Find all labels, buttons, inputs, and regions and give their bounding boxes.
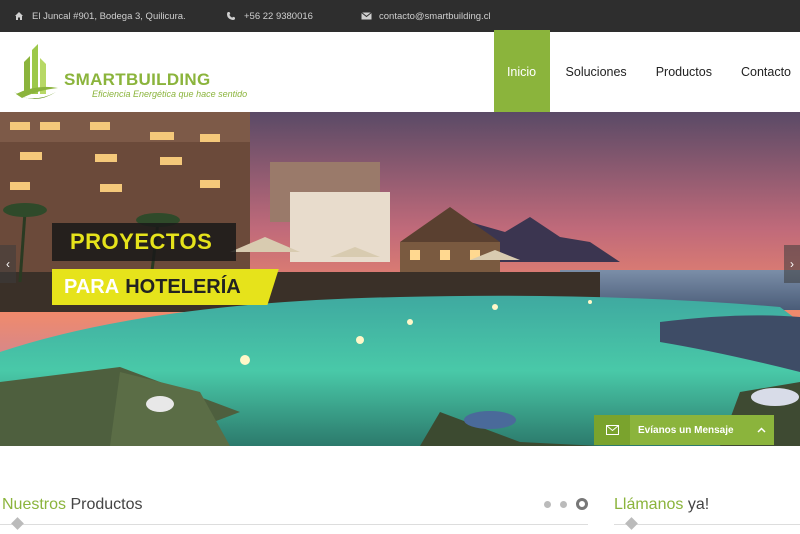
top-info-bar: El Juncal #901, Bodega 3, Quilicura. +56…: [0, 0, 800, 32]
phone-icon: [226, 11, 236, 21]
send-message-label: Evíanos un Mensaje: [638, 424, 734, 436]
hero-caption-line2: PARA HOTELERÍA: [52, 269, 279, 305]
products-heading: Nuestros Productos: [2, 496, 143, 514]
logo-mark-icon: [14, 44, 58, 99]
carousel-dot[interactable]: [560, 500, 567, 508]
logo-brand-building: BUILDING: [125, 70, 211, 89]
nav-item-contacto[interactable]: Contacto: [726, 32, 800, 112]
products-carousel-dots: [544, 498, 588, 510]
call-heading: Llámanos ya!: [614, 496, 709, 514]
hero-caption-hoteleria: HOTELERÍA: [125, 275, 241, 298]
hero-caption-para: PARA: [64, 275, 120, 298]
nav-item-soluciones[interactable]: Soluciones: [550, 32, 642, 112]
call-heading-highlight: Llámanos: [614, 496, 684, 513]
phone-item[interactable]: +56 22 9380016: [226, 0, 313, 32]
site-header: SMARTBUILDING Eficiencia Energética que …: [0, 30, 800, 114]
logo[interactable]: SMARTBUILDING Eficiencia Energética que …: [12, 44, 252, 104]
products-heading-rest: Productos: [70, 496, 143, 513]
phone-text: +56 22 9380016: [244, 10, 313, 22]
nav-item-productos[interactable]: Productos: [642, 32, 726, 112]
slider-next-arrow[interactable]: ›: [784, 245, 800, 283]
logo-tagline: Eficiencia Energética que hace sentido: [92, 89, 248, 99]
products-divider-diamond: [11, 517, 24, 530]
hero-slider: ‹ › PROYECTOS PARA HOTELERÍA: [0, 112, 800, 446]
slider-prev-arrow[interactable]: ‹: [0, 245, 16, 283]
email-item[interactable]: contacto@smartbuilding.cl: [361, 0, 491, 32]
address-text: El Juncal #901, Bodega 3, Quilicura.: [32, 10, 186, 22]
call-divider-diamond: [625, 517, 638, 530]
nav-item-inicio[interactable]: Inicio: [493, 30, 550, 114]
call-heading-rest: ya!: [687, 496, 710, 513]
main-nav: Inicio Soluciones Productos Contacto: [493, 30, 800, 114]
call-divider: [614, 524, 800, 525]
send-message-button[interactable]: Evíanos un Mensaje: [594, 415, 774, 445]
chevron-up-icon: [748, 425, 774, 436]
envelope-icon: [594, 415, 630, 445]
logo-brand-smart: SMART: [64, 70, 126, 89]
address-item: El Juncal #901, Bodega 3, Quilicura.: [14, 0, 186, 32]
hero-caption-line1: PROYECTOS: [52, 223, 237, 261]
home-icon: [14, 11, 24, 21]
email-text: contacto@smartbuilding.cl: [379, 10, 491, 22]
carousel-dot[interactable]: [544, 500, 551, 508]
carousel-dot-active[interactable]: [576, 498, 588, 510]
logo-wordmark: SMARTBUILDING: [64, 70, 211, 90]
products-divider: [0, 524, 588, 525]
products-heading-highlight: Nuestros: [2, 496, 67, 513]
envelope-icon: [361, 11, 372, 21]
